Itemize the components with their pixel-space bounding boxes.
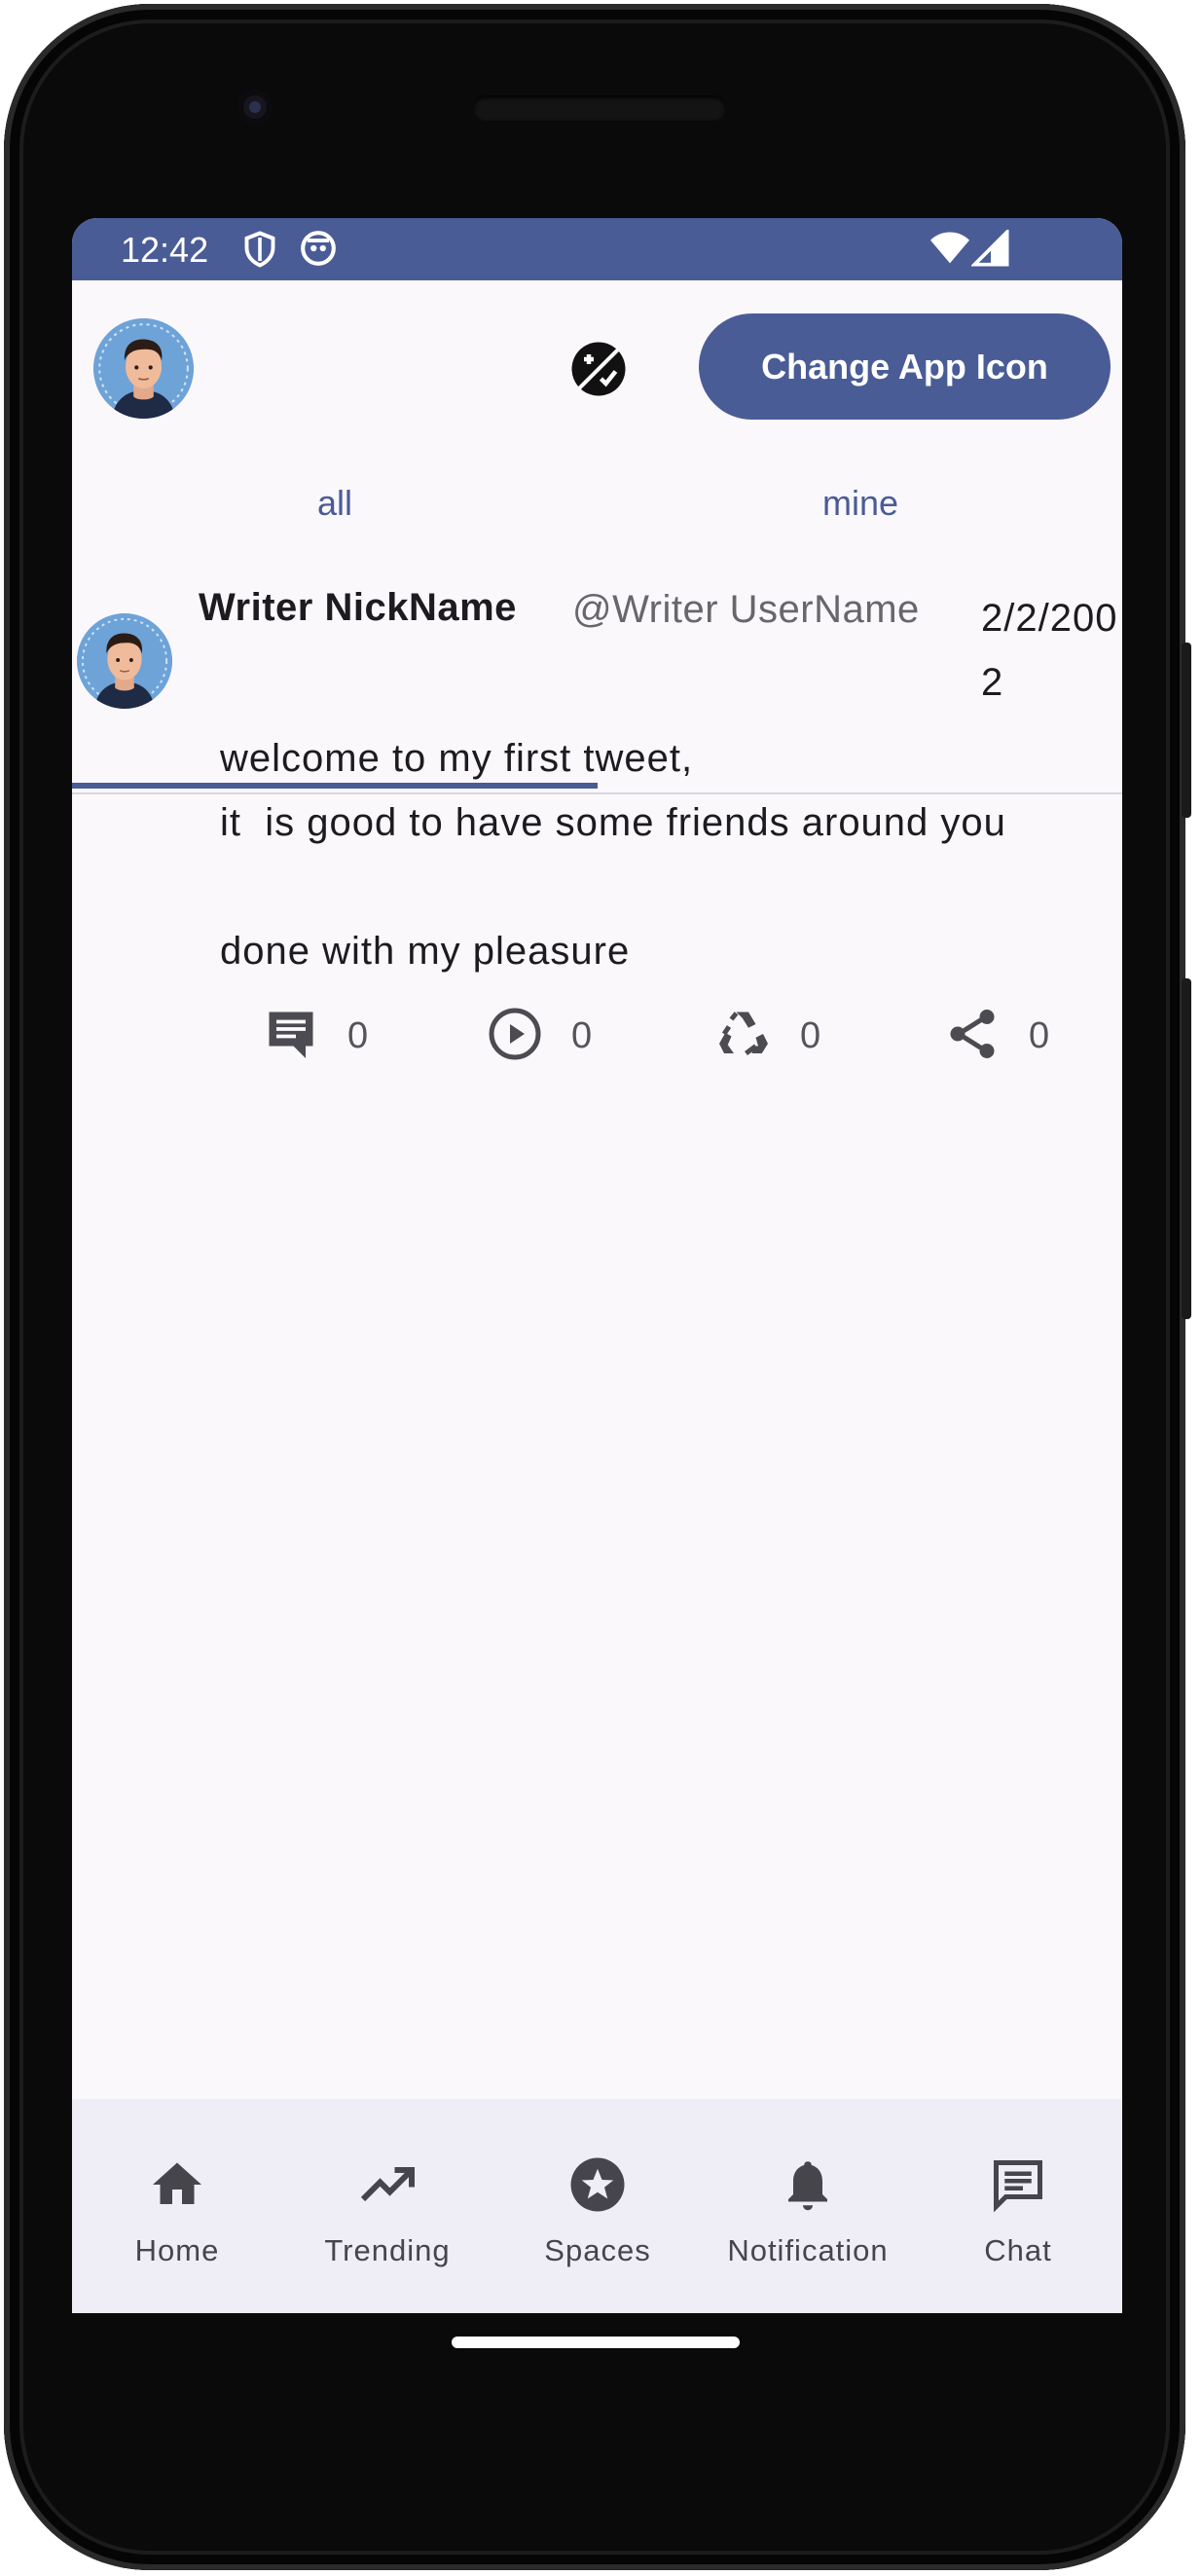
nav-item-chat[interactable]: Chat — [913, 2099, 1122, 2313]
shield-icon — [242, 230, 277, 277]
app-screen: 12:42 Change App Icon all mine Writer Ni… — [72, 218, 1122, 2313]
nav-item-home[interactable]: Home — [72, 2099, 282, 2313]
spaces-icon — [568, 2155, 627, 2214]
tweet-author-nickname[interactable]: Writer NickName — [199, 586, 517, 630]
tweet-body-line: done with my pleasure — [220, 930, 631, 973]
tab-mine[interactable]: mine — [598, 447, 1122, 560]
comment-icon — [262, 1005, 320, 1068]
theme-toggle-icon[interactable] — [569, 340, 628, 398]
home-icon — [148, 2155, 206, 2214]
bottom-navigation: Home Trending Spaces Notification Chat — [72, 2099, 1122, 2313]
nav-label-chat: Chat — [984, 2233, 1052, 2267]
gesture-navigation-bar[interactable] — [452, 2337, 740, 2348]
wifi-icon — [929, 228, 971, 276]
nav-item-notification[interactable]: Notification — [703, 2099, 913, 2313]
nav-label-spaces: Spaces — [544, 2233, 651, 2267]
recycle-icon — [714, 1005, 773, 1068]
nav-item-trending[interactable]: Trending — [282, 2099, 492, 2313]
nav-item-spaces[interactable]: Spaces — [492, 2099, 703, 2313]
recycle-button[interactable]: 0 — [714, 1002, 820, 1070]
recycle-count: 0 — [800, 1014, 821, 1056]
comment-button[interactable]: 0 — [262, 1002, 368, 1070]
play-button[interactable]: 0 — [486, 1002, 592, 1070]
share-button[interactable]: 0 — [943, 1002, 1049, 1070]
trending-icon — [358, 2155, 417, 2214]
status-time: 12:42 — [121, 230, 209, 270]
nav-label-home: Home — [134, 2233, 220, 2267]
cell-signal-icon — [969, 227, 1010, 276]
comment-count: 0 — [347, 1014, 369, 1056]
notification-app-icon — [300, 230, 337, 276]
change-app-icon-button[interactable]: Change App Icon — [699, 313, 1111, 420]
tweet-date: 2/2/2002 — [981, 597, 1118, 704]
tweet-body: welcome to my first tweet, it is good to… — [220, 726, 1006, 983]
tweet-author-username[interactable]: @Writer UserName — [572, 588, 920, 632]
share-count: 0 — [1029, 1014, 1050, 1056]
tweet-body-line — [220, 855, 1006, 919]
tweet-author-avatar[interactable] — [77, 613, 172, 709]
front-camera — [237, 90, 273, 125]
earpiece-speaker — [473, 95, 726, 121]
nav-label-trending: Trending — [324, 2233, 451, 2267]
tab-all[interactable]: all — [72, 447, 598, 560]
phone-frame: 12:42 Change App Icon all mine Writer Ni… — [4, 4, 1185, 2570]
status-bar: 12:42 — [72, 218, 1122, 280]
nav-label-notification: Notification — [727, 2233, 889, 2267]
power-button — [1182, 643, 1191, 818]
profile-avatar[interactable] — [93, 318, 194, 419]
tweet-body-line: it is good to have some friends around y… — [220, 801, 1006, 844]
play-count: 0 — [571, 1014, 593, 1056]
share-icon — [943, 1005, 1002, 1068]
chat-icon — [989, 2155, 1047, 2214]
bell-icon — [779, 2155, 837, 2214]
volume-button — [1182, 978, 1191, 1319]
play-icon — [486, 1005, 544, 1068]
tweet-body-line: welcome to my first tweet, — [220, 737, 694, 780]
